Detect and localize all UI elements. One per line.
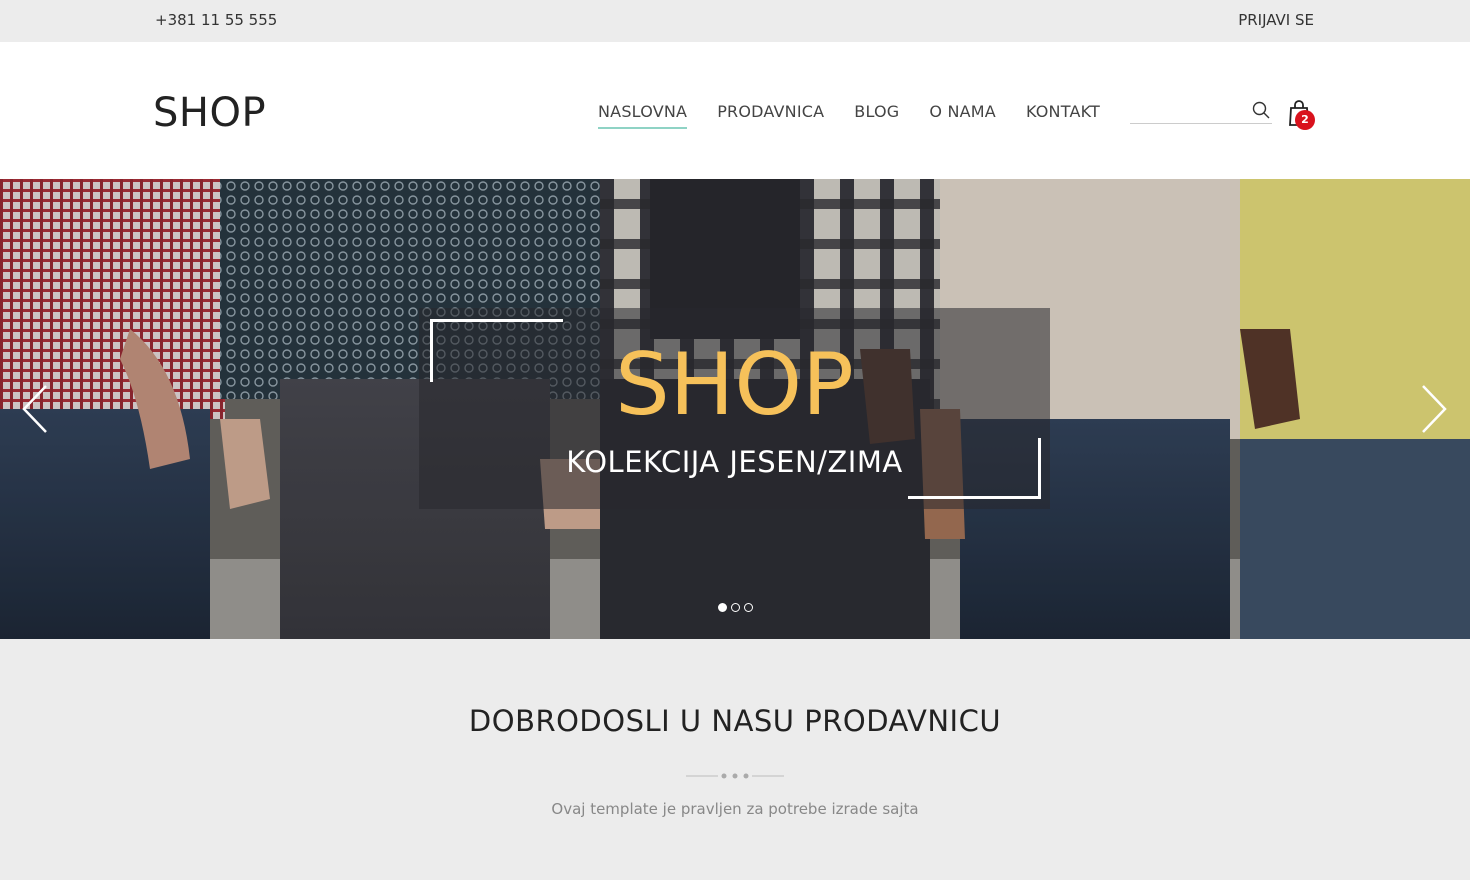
phone-number: +381 11 55 555 [155,11,278,29]
logo[interactable]: SHOP [153,89,266,137]
nav-item-naslovna[interactable]: NASLOVNA [598,102,688,129]
welcome-title: DOBRODOSLI U NASU PRODAVNICU [468,704,1002,738]
hero-subtitle: KOLEKCIJA JESEN/ZIMA [566,445,903,479]
search-input[interactable] [1130,99,1249,123]
header: SHOP NASLOVNA PRODAVNICA BLOG O NAMA KON… [0,42,1470,179]
nav-item-kontakt[interactable]: KONTAKT [1026,102,1100,128]
section-divider [686,773,784,779]
nav-item-prodavnica[interactable]: PRODAVNICA [717,102,824,128]
slider-dot[interactable] [744,603,753,612]
chevron-right-icon[interactable] [1419,384,1449,434]
search-box [1130,99,1272,124]
hero-slider: SHOP KOLEKCIJA JESEN/ZIMA [0,179,1470,639]
hero-title: SHOP [615,335,854,435]
main-nav: NASLOVNA PRODAVNICA BLOG O NAMA KONTAKT [598,102,1130,129]
welcome-text: Ovaj template je pravljen za potrebe izr… [551,800,919,818]
slider-dot[interactable] [718,603,727,612]
cart-count-badge: 2 [1295,110,1315,130]
search-icon[interactable] [1252,101,1270,119]
nav-item-o-nama[interactable]: O NAMA [929,102,996,128]
login-link[interactable]: PRIJAVI SE [1238,11,1314,29]
nav-item-blog[interactable]: BLOG [854,102,899,128]
slider-indicators [718,603,757,612]
chevron-left-icon[interactable] [20,384,50,434]
slider-dot[interactable] [731,603,740,612]
top-bar: +381 11 55 555 PRIJAVI SE [0,0,1470,42]
